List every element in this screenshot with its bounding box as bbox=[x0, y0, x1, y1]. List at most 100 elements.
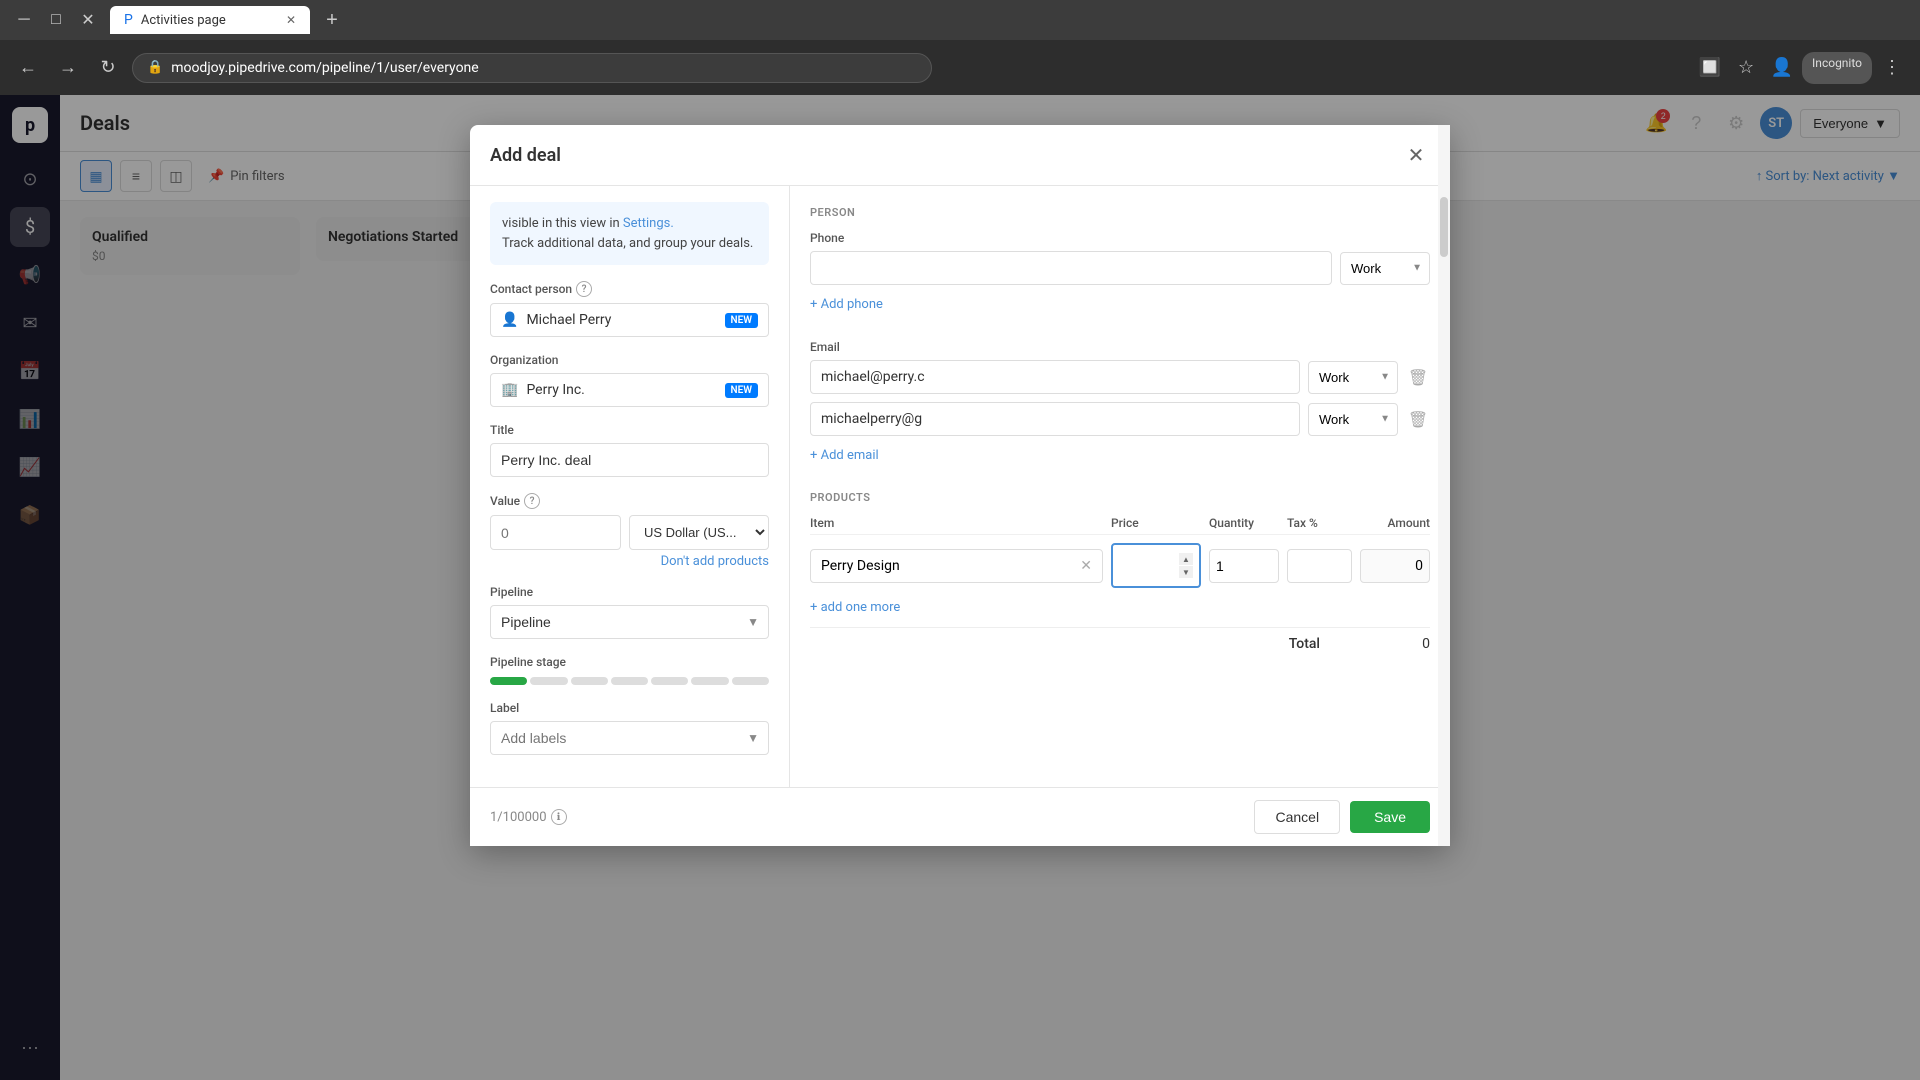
label-field-label: Label bbox=[490, 701, 769, 715]
products-section-title: PRODUCTS bbox=[810, 491, 1430, 504]
product-name-field[interactable]: Perry Design ✕ bbox=[810, 549, 1103, 583]
browser-actions: 🔲 ☆ 👤 Incognito ⋮ bbox=[1694, 52, 1908, 84]
modal-footer: 1/100000 ℹ Cancel Save bbox=[470, 787, 1450, 846]
label-dropdown-arrow: ▼ bbox=[747, 731, 759, 745]
pipeline-label: Pipeline bbox=[490, 585, 769, 599]
label-group: Label ▼ bbox=[490, 701, 769, 755]
bookmark-button[interactable]: ☆ bbox=[1730, 52, 1762, 84]
email-type-select-2[interactable]: Work bbox=[1308, 403, 1398, 436]
menu-button[interactable]: ⋮ bbox=[1876, 52, 1908, 84]
email-input-2[interactable]: michaelperry@g bbox=[810, 402, 1300, 436]
email-row-2: michaelperry@g Work 🗑 bbox=[810, 402, 1430, 436]
browser-window-controls: ─ □ ✕ bbox=[10, 6, 102, 34]
save-button[interactable]: Save bbox=[1350, 801, 1430, 833]
char-count: 1/100000 ℹ bbox=[490, 809, 567, 825]
label-input[interactable] bbox=[490, 721, 769, 755]
stage-3[interactable] bbox=[571, 677, 608, 685]
tab-title: Activities page bbox=[141, 13, 226, 28]
total-value: 0 bbox=[1360, 636, 1430, 652]
stage-4[interactable] bbox=[611, 677, 648, 685]
stage-1[interactable] bbox=[490, 677, 527, 685]
price-down-button[interactable]: ▼ bbox=[1179, 566, 1193, 578]
settings-link[interactable]: Settings. bbox=[623, 216, 674, 231]
tab-close-icon[interactable]: ✕ bbox=[286, 13, 296, 27]
email-type-wrapper-1: Work bbox=[1308, 361, 1398, 394]
modal-left-panel: visible in this view in Settings. Track … bbox=[470, 186, 790, 787]
lock-icon: 🔒 bbox=[147, 60, 163, 75]
products-header-row: Item Price Quantity Tax % Amount bbox=[810, 516, 1430, 535]
maximize-button[interactable]: □ bbox=[42, 6, 70, 34]
email-group: Email michael@perry.c Work 🗑 michaelperr… bbox=[810, 340, 1430, 475]
char-count-info-icon[interactable]: ℹ bbox=[551, 809, 567, 825]
add-phone-link[interactable]: + Add phone bbox=[810, 297, 883, 312]
price-up-button[interactable]: ▲ bbox=[1179, 553, 1193, 565]
address-bar[interactable]: 🔒 moodjoy.pipedrive.com/pipeline/1/user/… bbox=[132, 53, 932, 83]
col-quantity-header: Quantity bbox=[1209, 516, 1279, 530]
value-help-icon[interactable]: ? bbox=[524, 493, 540, 509]
minimize-button[interactable]: ─ bbox=[10, 6, 38, 34]
refresh-button[interactable]: ↻ bbox=[92, 52, 124, 84]
email-delete-1[interactable]: 🗑 bbox=[1406, 365, 1430, 389]
char-count-value: 1/100000 bbox=[490, 810, 547, 825]
email-input-1[interactable]: michael@perry.c bbox=[810, 360, 1300, 394]
title-group: Title bbox=[490, 423, 769, 477]
pipeline-select[interactable]: Pipeline bbox=[490, 605, 769, 639]
cancel-button[interactable]: Cancel bbox=[1254, 800, 1340, 834]
title-input[interactable] bbox=[490, 443, 769, 477]
browser-titlebar: ─ □ ✕ P Activities page ✕ + bbox=[0, 0, 1920, 40]
dont-add-products-link[interactable]: Don't add products bbox=[490, 554, 769, 569]
currency-select[interactable]: US Dollar (US... bbox=[629, 515, 769, 550]
quantity-input[interactable] bbox=[1209, 549, 1279, 583]
col-price-header: Price bbox=[1111, 516, 1201, 530]
browser-toolbar: ← → ↻ 🔒 moodjoy.pipedrive.com/pipeline/1… bbox=[0, 40, 1920, 95]
total-label: Total bbox=[1289, 636, 1320, 652]
stage-5[interactable] bbox=[651, 677, 688, 685]
col-amount-header: Amount bbox=[1360, 516, 1430, 530]
back-button[interactable]: ← bbox=[12, 52, 44, 84]
right-scrollbar-thumb bbox=[1440, 197, 1448, 257]
info-text2: Track additional data, and group your de… bbox=[502, 236, 753, 251]
label-select-wrapper: ▼ bbox=[490, 721, 769, 755]
contact-help-icon[interactable]: ? bbox=[576, 281, 592, 297]
stage-7[interactable] bbox=[732, 677, 769, 685]
org-icon: 🏢 bbox=[501, 382, 518, 398]
new-tab-button[interactable]: + bbox=[318, 6, 346, 34]
value-label: Value ? bbox=[490, 493, 769, 509]
window-close-button[interactable]: ✕ bbox=[74, 6, 102, 34]
info-box: visible in this view in Settings. Track … bbox=[490, 202, 769, 265]
organization-label: Organization bbox=[490, 353, 769, 367]
phone-label: Phone bbox=[810, 231, 1430, 245]
stage-2[interactable] bbox=[530, 677, 567, 685]
contact-card: 👤 Michael Perry NEW bbox=[490, 303, 769, 337]
phone-input[interactable] bbox=[810, 251, 1332, 285]
browser-tab[interactable]: P Activities page ✕ bbox=[110, 6, 310, 34]
modal-title: Add deal bbox=[490, 145, 561, 166]
pipeline-stage-label: Pipeline stage bbox=[490, 655, 769, 669]
pipeline-group: Pipeline Pipeline ▼ bbox=[490, 585, 769, 639]
extensions-button[interactable]: 🔲 bbox=[1694, 52, 1726, 84]
stage-progress-bar bbox=[490, 677, 769, 685]
modal-close-button[interactable]: ✕ bbox=[1402, 141, 1430, 169]
email-type-select-1[interactable]: Work bbox=[1308, 361, 1398, 394]
contact-name: Michael Perry bbox=[526, 312, 716, 328]
price-input[interactable] bbox=[1119, 558, 1179, 574]
col-item-header: Item bbox=[810, 516, 1103, 530]
person-section-title: PERSON bbox=[810, 206, 1430, 219]
price-field: ▲ ▼ bbox=[1111, 543, 1201, 588]
add-deal-modal: Add deal ✕ visible in this view in Setti… bbox=[470, 125, 1450, 846]
add-email-link[interactable]: + Add email bbox=[810, 448, 879, 463]
email-type-wrapper-2: Work bbox=[1308, 403, 1398, 436]
contact-person-group: Contact person ? 👤 Michael Perry NEW bbox=[490, 281, 769, 337]
phone-type-select[interactable]: Work bbox=[1340, 252, 1430, 285]
email-row-1: michael@perry.c Work 🗑 bbox=[810, 360, 1430, 394]
profile-button[interactable]: 👤 bbox=[1766, 52, 1798, 84]
stage-6[interactable] bbox=[691, 677, 728, 685]
tax-input[interactable] bbox=[1287, 549, 1352, 583]
email-delete-2[interactable]: 🗑 bbox=[1406, 407, 1430, 431]
product-clear-icon[interactable]: ✕ bbox=[1080, 558, 1092, 574]
phone-type-wrapper: Work bbox=[1340, 252, 1430, 285]
price-spinners: ▲ ▼ bbox=[1179, 553, 1193, 578]
add-one-more-link[interactable]: + add one more bbox=[810, 600, 900, 615]
forward-button[interactable]: → bbox=[52, 52, 84, 84]
value-input[interactable] bbox=[490, 515, 621, 550]
